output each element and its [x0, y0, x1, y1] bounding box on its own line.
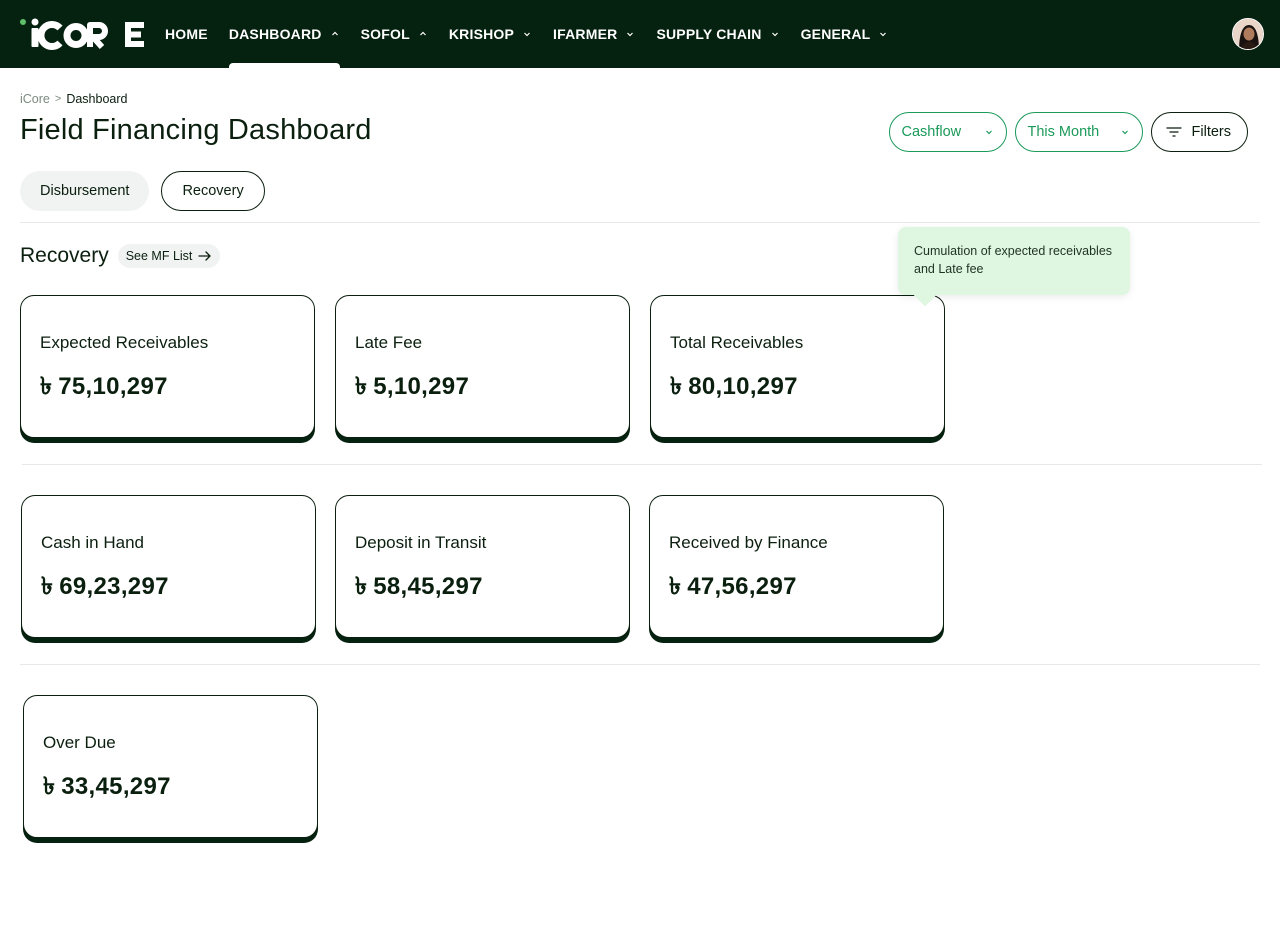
breadcrumb-root[interactable]: iCore [20, 92, 50, 106]
card-amount: 58,45,297 [373, 573, 483, 600]
card-amount: 80,10,297 [688, 373, 798, 400]
card-value: ৳ 33,45,297 [43, 768, 171, 808]
card-cash-in-hand: Cash in Hand ৳ 69,23,297 [21, 495, 316, 638]
card-label: Cash in Hand [41, 533, 145, 552]
user-avatar[interactable] [1232, 18, 1264, 50]
page-title: Field Financing Dashboard [20, 114, 372, 146]
breadcrumb-separator: > [54, 93, 62, 105]
cashflow-select[interactable]: Cashflow [888, 112, 1007, 152]
period-select-value: This Month [1027, 124, 1100, 140]
card-label: Deposit in Transit [355, 533, 487, 552]
see-mf-list-label: See MF List [125, 249, 193, 263]
filters-button[interactable]: Filters [1150, 112, 1248, 152]
tab-disbursement[interactable]: Disbursement [20, 171, 150, 211]
chevron-down-icon [524, 32, 530, 37]
card-amount: 75,10,297 [58, 373, 168, 400]
nav-item-ifarmer[interactable]: IFARMER [553, 0, 635, 68]
currency-symbol: ৳ [43, 773, 56, 800]
card-amount: 69,23,297 [59, 573, 169, 600]
tab-label: Recovery [182, 183, 244, 199]
view-tabs: Disbursement Recovery [20, 171, 277, 211]
card-value: ৳ 69,23,297 [41, 568, 169, 608]
currency-symbol: ৳ [355, 373, 368, 400]
nav-item-sofol[interactable]: SOFOL [361, 0, 428, 68]
chevron-down-icon [1121, 130, 1128, 135]
card-value: ৳ 58,45,297 [355, 568, 483, 608]
chevron-down-icon [880, 32, 887, 37]
row-divider [20, 664, 1260, 665]
currency-symbol: ৳ [40, 373, 53, 400]
row-divider [22, 464, 1262, 465]
cashflow-select-value: Cashflow [901, 124, 962, 140]
card-label: Total Receivables [670, 333, 804, 352]
card-total-receivables[interactable]: Total Receivables ৳ 80,10,297 [650, 295, 945, 438]
card-deposit-in-transit: Deposit in Transit ৳ 58,45,297 [335, 495, 630, 638]
card-late-fee: Late Fee ৳ 5,10,297 [335, 295, 630, 438]
active-nav-indicator [228, 63, 340, 68]
card-amount: 5,10,297 [373, 373, 470, 400]
nav-item-home[interactable]: HOME [165, 0, 208, 68]
currency-symbol: ৳ [669, 573, 682, 600]
card-label: Expected Receivables [40, 333, 209, 352]
see-mf-list-button[interactable]: See MF List [117, 244, 221, 268]
top-nav-bar: HOME DASHBOARD SOFOL KRISHOP IFARMER SUPPLY C… [0, 0, 1280, 68]
icore-logo[interactable] [20, 18, 146, 50]
nav-item-label: IFARMER [553, 26, 618, 42]
card-amount: 33,45,297 [61, 773, 171, 800]
chevron-up-icon [331, 31, 338, 36]
logo-icon [20, 18, 144, 50]
recovery-section-header: Recovery See MF List [20, 244, 221, 268]
tooltip-text: Cumulation of expected receivables and L… [914, 244, 1113, 276]
nav-item-label: SUPPLY CHAIN [656, 26, 762, 42]
filter-icon [1165, 127, 1182, 137]
dashboard-controls: Cashflow This Month Filters [881, 112, 1248, 152]
nav-item-general[interactable]: GENERAL [801, 0, 889, 68]
total-receivables-tooltip: Cumulation of expected receivables and L… [898, 227, 1130, 307]
currency-symbol: ৳ [670, 373, 683, 400]
user-avatar-icon [1233, 19, 1263, 49]
chevron-down-icon [985, 130, 992, 135]
currency-symbol: ৳ [355, 573, 368, 600]
card-value: ৳ 75,10,297 [40, 368, 168, 408]
chevron-up-icon [419, 31, 426, 36]
nav-item-dashboard[interactable]: DASHBOARD [228, 0, 340, 68]
breadcrumb-current: Dashboard [66, 92, 128, 106]
main-nav: HOME DASHBOARD SOFOL KRISHOP IFARMER SUPPLY C… [165, 0, 909, 68]
card-label: Received by Finance [669, 533, 828, 552]
card-value: ৳ 80,10,297 [670, 368, 798, 408]
nav-item-label: KRISHOP [448, 26, 515, 42]
section-title: Recovery [20, 244, 109, 267]
card-value: ৳ 5,10,297 [355, 368, 469, 408]
section-divider [20, 222, 1260, 223]
chevron-down-icon [627, 32, 634, 37]
card-received-by-finance: Received by Finance ৳ 47,56,297 [649, 495, 944, 638]
filters-label: Filters [1191, 124, 1231, 140]
nav-item-label: SOFOL [360, 26, 410, 42]
nav-item-supply-chain[interactable]: SUPPLY CHAIN [656, 0, 779, 68]
tab-label: Disbursement [40, 183, 130, 199]
chevron-down-icon [771, 32, 778, 37]
card-value: ৳ 47,56,297 [669, 568, 797, 608]
nav-item-label: HOME [165, 26, 208, 42]
nav-item-label: DASHBOARD [228, 26, 322, 42]
tab-recovery[interactable]: Recovery [161, 171, 265, 211]
card-label: Late Fee [355, 333, 423, 352]
card-amount: 47,56,297 [687, 573, 797, 600]
arrow-right-icon [198, 251, 212, 261]
breadcrumb: iCore > Dashboard [20, 92, 127, 106]
card-expected-receivables: Expected Receivables ৳ 75,10,297 [20, 295, 315, 438]
period-select[interactable]: This Month [1014, 112, 1143, 152]
nav-item-krishop[interactable]: KRISHOP [449, 0, 532, 68]
card-over-due: Over Due ৳ 33,45,297 [23, 695, 318, 838]
nav-item-label: GENERAL [800, 26, 871, 42]
currency-symbol: ৳ [41, 573, 54, 600]
card-label: Over Due [43, 733, 116, 752]
